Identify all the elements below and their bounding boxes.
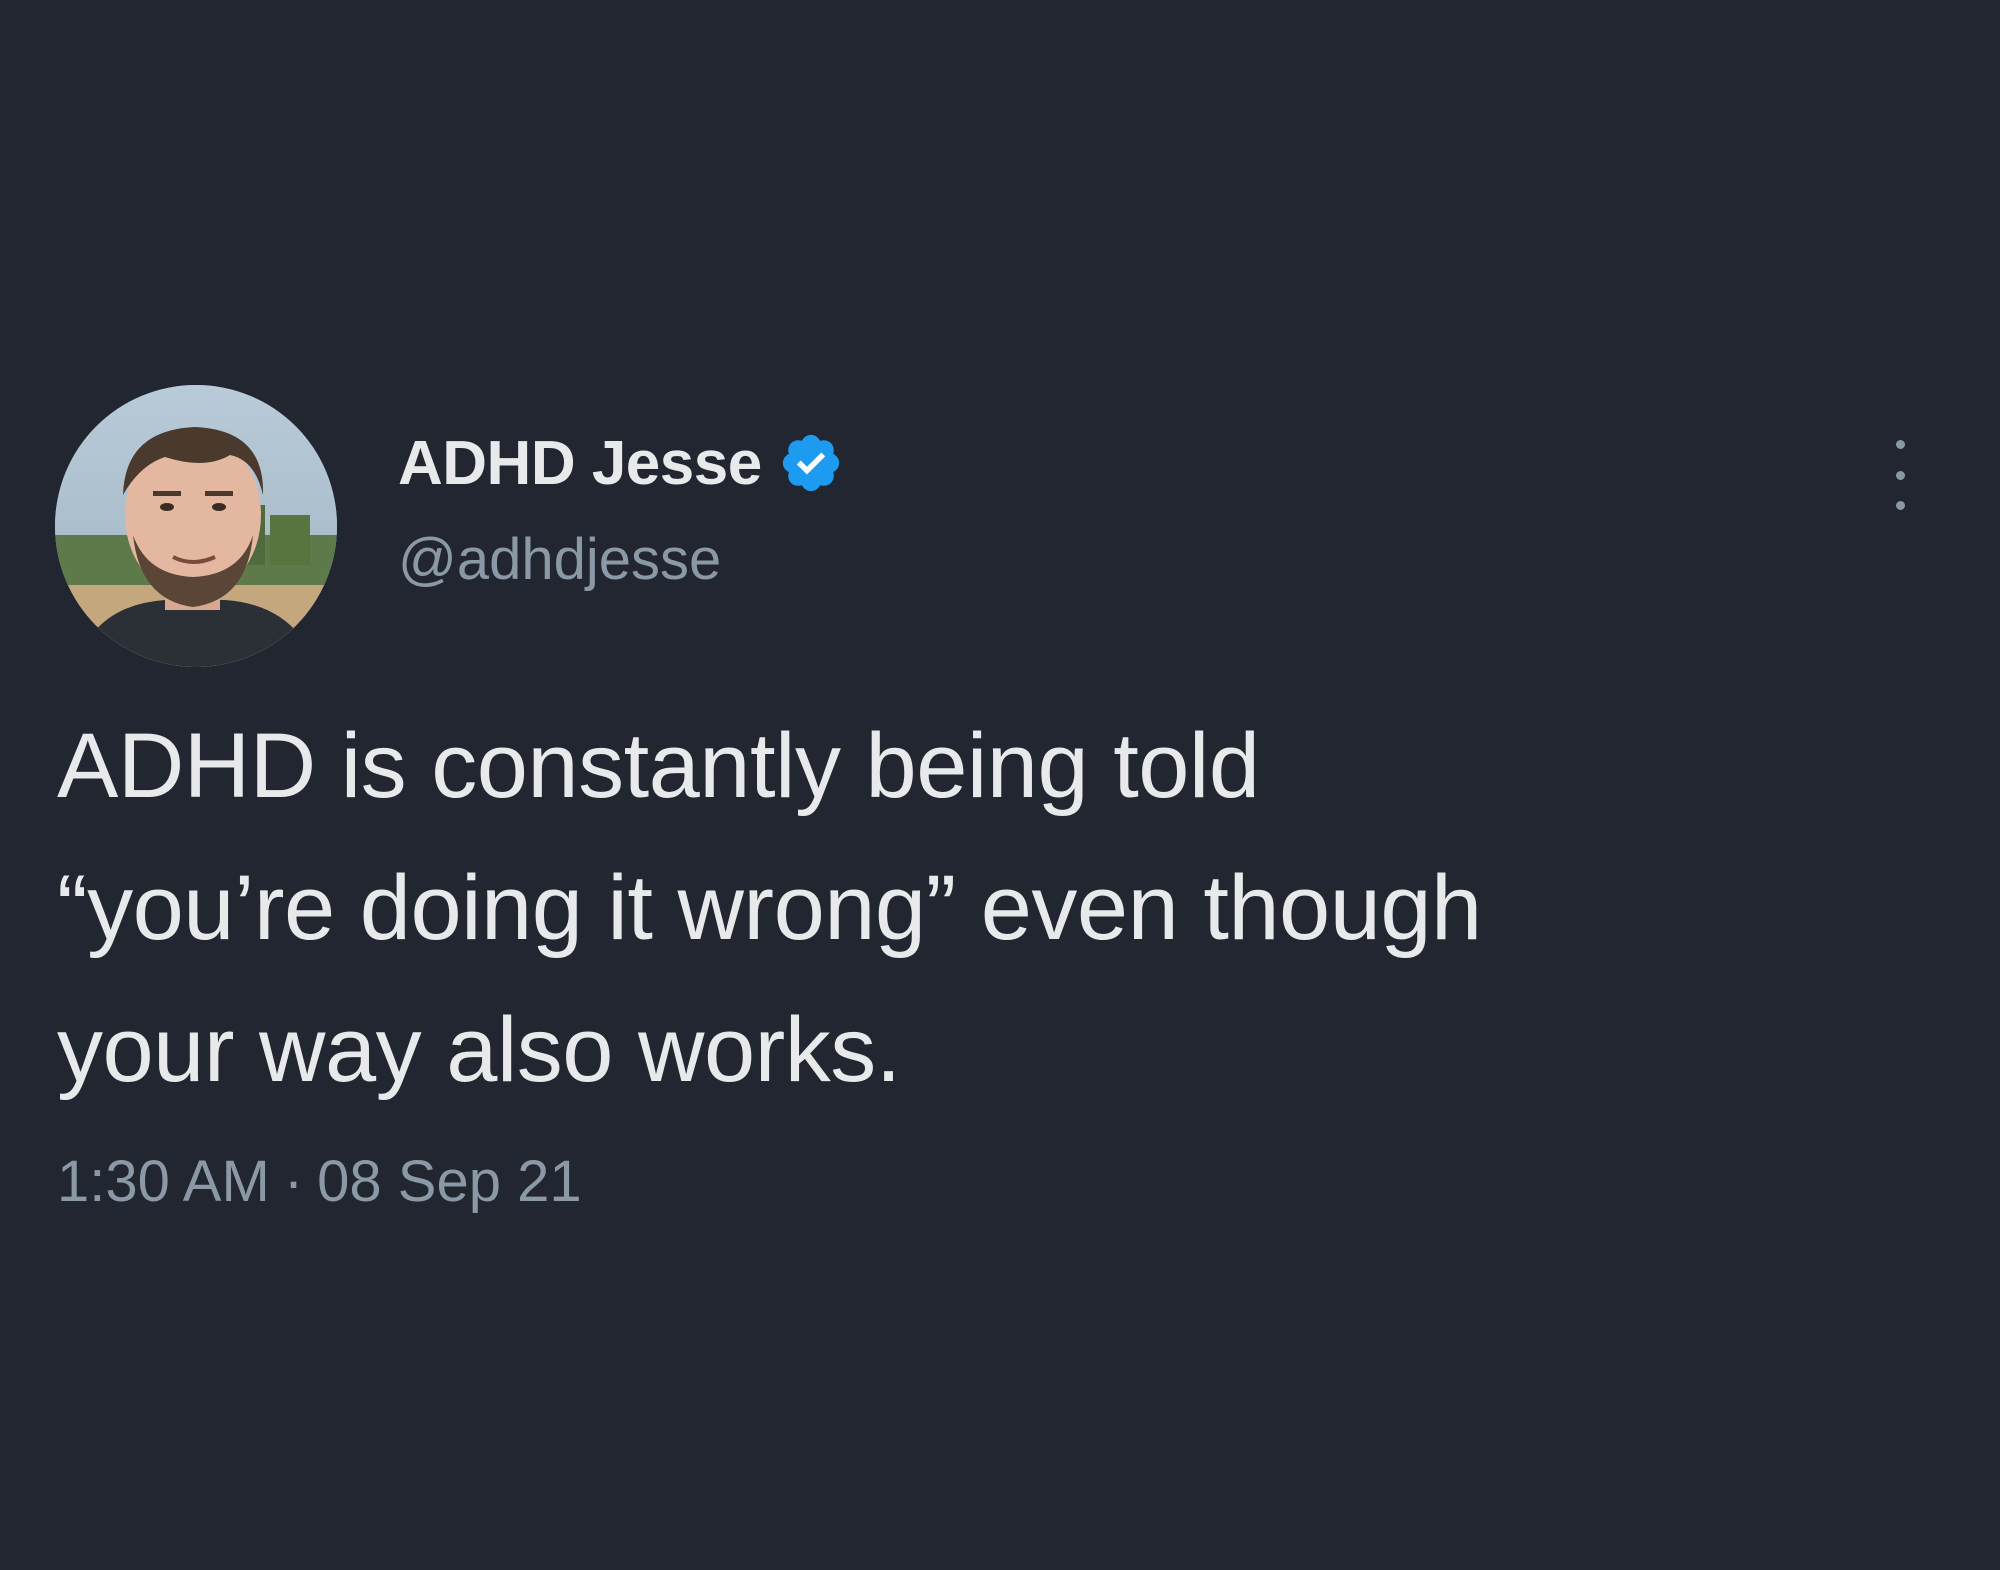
tweet-text-line: “you’re doing it wrong” even though: [57, 857, 1482, 959]
timestamp-separator: ·: [283, 1149, 304, 1214]
more-options-button[interactable]: [1880, 440, 1920, 510]
author-name-row: ADHD Jesse: [398, 420, 844, 506]
author-handle[interactable]: @adhdjesse: [398, 526, 844, 593]
tweet-date: 08 Sep 21: [317, 1149, 582, 1214]
more-vertical-icon: [1895, 440, 1905, 449]
screenshot-canvas: ADHD Jesse @adhdjesse ADHD is constantly…: [0, 0, 2000, 1570]
author-display-name[interactable]: ADHD Jesse: [398, 428, 762, 499]
profile-photo-icon: [55, 385, 337, 667]
more-vertical-icon-dot: [1895, 470, 1905, 480]
more-vertical-icon-dot: [1895, 501, 1905, 510]
tweet-time: 1:30 AM: [57, 1149, 270, 1214]
verified-badge-icon: [778, 430, 844, 496]
tweet-text-line: ADHD is constantly being told: [57, 715, 1260, 817]
avatar[interactable]: [55, 385, 337, 667]
tweet-header: ADHD Jesse @adhdjesse: [398, 420, 844, 593]
tweet-text: ADHD is constantly being told “you’re do…: [57, 695, 1937, 1121]
tweet-timestamp[interactable]: 1:30 AM · 08 Sep 21: [57, 1148, 582, 1215]
tweet-card[interactable]: ADHD Jesse @adhdjesse ADHD is constantly…: [0, 0, 2000, 1570]
tweet-text-line: your way also works.: [57, 999, 901, 1101]
